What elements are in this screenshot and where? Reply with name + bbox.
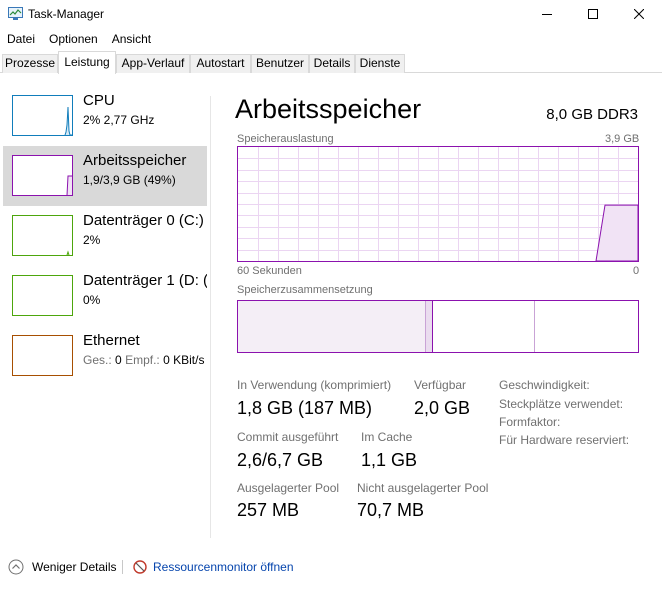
sidebar-item-label: Ethernet [83, 332, 140, 349]
resource-monitor-label: Ressourcenmonitor öffnen [153, 560, 294, 574]
in-use-value: 1,8 GB (187 MB) [237, 398, 373, 418]
sidebar-item-subtext: 1,9/3,9 GB (49%) [83, 173, 176, 187]
cache-label: Im Cache [361, 430, 413, 444]
sidebar-item-arbeitsspeicher[interactable]: Arbeitsspeicher 1,9/3,9 GB (49%) [3, 146, 207, 206]
ethernet-send-value: 0 [115, 353, 122, 367]
memory-usage-plot [238, 147, 639, 262]
ethernet-receive-label: Empf.: [125, 353, 160, 367]
sidebar-item-subtext: 2% 2,77 GHz [83, 113, 155, 127]
memory-thumbnail [12, 155, 73, 196]
tab-bar: Prozesse Leistung App-Verlauf Autostart … [0, 51, 662, 74]
task-manager-icon [8, 7, 23, 20]
fewer-details-label: Weniger Details [32, 560, 117, 574]
memory-composition-bar [237, 300, 639, 353]
graph-max-label: 3,9 GB [605, 133, 640, 145]
window-title: Task-Manager [28, 7, 105, 21]
cpu-thumbnail [12, 95, 73, 136]
disk1-thumbnail [12, 275, 73, 316]
menu-bar: Datei Optionen Ansicht [0, 30, 158, 48]
property-reserved-label: Für Hardware reserviert: [499, 433, 630, 447]
memory-usage-area [595, 204, 639, 262]
sidebar-item-datentraeger-1[interactable]: Datenträger 1 (D: ( 0% [3, 266, 207, 326]
menu-datei[interactable]: Datei [0, 30, 42, 48]
tab-details[interactable]: Details [309, 54, 355, 73]
composition-label: Speicherzusammensetzung [237, 284, 373, 296]
close-icon [634, 9, 644, 19]
tab-benutzer[interactable]: Benutzer [251, 54, 309, 73]
sidebar-item-datentraeger-0[interactable]: Datenträger 0 (C:) 2% [3, 206, 207, 266]
composition-modified [425, 301, 433, 352]
property-slots-label: Steckplätze verwendet: [499, 397, 624, 411]
composition-standby-divider [534, 301, 535, 352]
memory-usage-graph [237, 146, 639, 262]
sidebar-item-label: CPU [83, 92, 115, 109]
tab-app-verlauf[interactable]: App-Verlauf [116, 54, 190, 73]
minimize-button[interactable] [524, 0, 570, 28]
sidebar-item-subtext: 2% [83, 233, 101, 247]
maximize-button[interactable] [570, 0, 616, 28]
chevron-up-icon [8, 559, 24, 575]
paged-pool-label: Ausgelagerter Pool [237, 481, 340, 495]
menu-optionen[interactable]: Optionen [42, 30, 105, 48]
ethernet-send-label: Ges.: [83, 353, 112, 367]
nonpaged-pool-value: 70,7 MB [357, 500, 425, 520]
composition-in-use [238, 301, 425, 352]
tab-prozesse[interactable]: Prozesse [2, 54, 58, 73]
sidebar-item-label: Datenträger 0 (C:) [83, 212, 204, 229]
commit-value: 2,6/6,7 GB [237, 450, 324, 470]
fewer-details-button[interactable]: Weniger Details [8, 559, 116, 575]
tab-leistung[interactable]: Leistung [58, 51, 116, 74]
available-value: 2,0 GB [414, 398, 471, 418]
sidebar-item-label: Arbeitsspeicher [83, 152, 187, 169]
nonpaged-pool-label: Nicht ausgelagerter Pool [357, 481, 489, 495]
page-title: Arbeitsspeicher [235, 94, 422, 124]
ethernet-receive-value: 0 KBit/s [163, 353, 205, 367]
sidebar-item-subtext: Ges.: 0 Empf.: 0 KBit/s [83, 353, 204, 367]
sidebar-item-ethernet[interactable]: Ethernet Ges.: 0 Empf.: 0 KBit/s [3, 326, 207, 386]
paged-pool-value: 257 MB [237, 500, 300, 520]
minimize-icon [542, 14, 552, 15]
maximize-icon [588, 9, 598, 19]
sidebar-divider [210, 96, 211, 538]
sidebar-item-subtext: 0% [83, 293, 101, 307]
memory-spec: 8,0 GB DDR3 [546, 106, 638, 123]
in-use-label: In Verwendung (komprimiert) [237, 378, 392, 392]
title-bar: Task-Manager [0, 0, 662, 28]
footer-divider [122, 560, 123, 574]
graph-x-right-label: 0 [633, 265, 640, 277]
disk0-thumbnail [12, 215, 73, 256]
tab-dienste[interactable]: Dienste [355, 54, 405, 73]
graph-label: Speicherauslastung [237, 133, 334, 145]
resource-monitor-link[interactable]: Ressourcenmonitor öffnen [133, 559, 294, 575]
commit-label: Commit ausgeführt [237, 430, 339, 444]
ethernet-thumbnail [12, 335, 73, 376]
property-form-factor-label: Formfaktor: [499, 415, 561, 429]
cache-value: 1,1 GB [361, 450, 418, 470]
resource-monitor-icon [133, 560, 147, 574]
available-label: Verfügbar [414, 378, 467, 392]
sidebar-item-cpu[interactable]: CPU 2% 2,77 GHz [3, 86, 207, 146]
menu-ansicht[interactable]: Ansicht [105, 30, 158, 48]
tab-autostart[interactable]: Autostart [190, 54, 251, 73]
sidebar-item-label: Datenträger 1 (D: ( [83, 272, 207, 289]
close-button[interactable] [616, 0, 662, 28]
graph-grid [238, 147, 638, 261]
graph-x-left-label: 60 Sekunden [237, 265, 302, 277]
property-speed-label: Geschwindigkeit: [499, 378, 590, 392]
